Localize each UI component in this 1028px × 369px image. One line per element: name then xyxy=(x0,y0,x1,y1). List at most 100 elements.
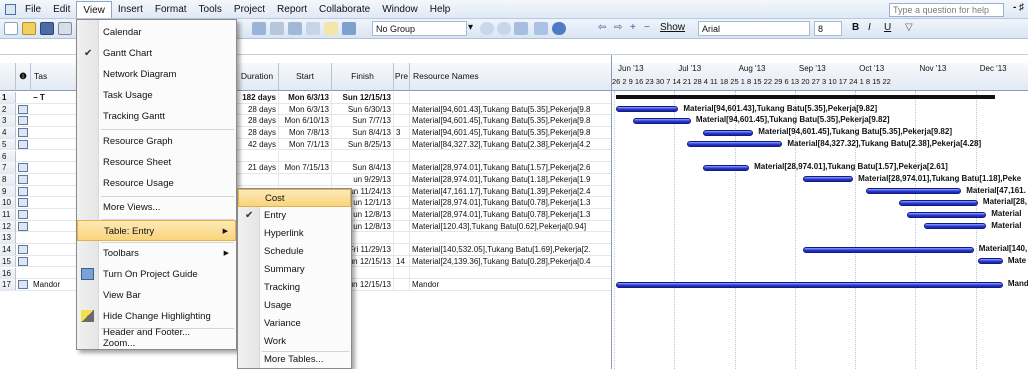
predecessors-cell[interactable] xyxy=(394,209,410,220)
predecessors-cell[interactable] xyxy=(394,267,410,279)
show-subtasks-icon[interactable]: + xyxy=(630,21,636,35)
duration-cell[interactable]: 28 days xyxy=(236,103,279,115)
row-number[interactable]: 4 xyxy=(0,127,16,139)
resource-names-cell[interactable]: Material[84,327.32],Tukang Batu[2.38],Pe… xyxy=(410,139,611,150)
resource-names-cell[interactable]: Material[47,161.17],Tukang Batu[1.39],Pe… xyxy=(410,186,611,197)
predecessors-cell[interactable]: 14 xyxy=(394,255,410,267)
duration-cell[interactable] xyxy=(236,173,279,185)
task-info-icon[interactable] xyxy=(306,22,320,35)
resource-names-header[interactable]: Resource Names xyxy=(410,63,611,91)
duration-cell[interactable]: 182 days xyxy=(236,92,279,103)
indent-icon[interactable]: ⇨ xyxy=(614,21,622,35)
finish-cell[interactable]: Sun 8/4/13 xyxy=(332,162,394,174)
open-icon[interactable] xyxy=(22,22,36,35)
outdent-icon[interactable]: ⇦ xyxy=(598,21,606,35)
view-menu-zoom[interactable]: Zoom... xyxy=(77,338,236,350)
copy-picture-icon[interactable] xyxy=(534,22,548,35)
view-menu-resource-usage[interactable]: Resource Usage xyxy=(77,173,236,194)
unlink-icon[interactable] xyxy=(270,22,284,35)
predecessors-cell[interactable] xyxy=(394,150,410,162)
gantt-summary-bar[interactable] xyxy=(616,95,995,99)
predecessors-cell[interactable]: 3 xyxy=(394,127,410,139)
predecessors-cell[interactable] xyxy=(394,279,410,291)
view-menu-task-usage[interactable]: Task Usage xyxy=(77,85,236,106)
row-number[interactable]: 14 xyxy=(0,244,16,256)
save-icon[interactable] xyxy=(40,22,54,35)
table-menu-hyperlink[interactable]: Hyperlink xyxy=(238,225,351,243)
view-menu-calendar[interactable]: Calendar xyxy=(77,22,236,43)
row-number[interactable]: 13 xyxy=(0,232,16,244)
print-icon[interactable] xyxy=(58,22,72,35)
row-number[interactable]: 2 xyxy=(0,103,16,115)
menu-collaborate[interactable]: Collaborate xyxy=(313,1,376,18)
start-cell[interactable] xyxy=(279,173,332,185)
resource-names-cell[interactable]: Material[28,974.01],Tukang Batu[0.78],Pe… xyxy=(410,209,611,220)
resource-names-cell[interactable]: Material[94,601.45],Tukang Batu[5.35],Pe… xyxy=(410,127,611,138)
start-cell[interactable]: Mon 6/3/13 xyxy=(279,92,332,103)
split-icon[interactable] xyxy=(288,22,302,35)
row-number[interactable]: 11 xyxy=(0,209,16,220)
window-restore-icon[interactable]: - ♯ xyxy=(1013,2,1024,13)
start-cell[interactable]: Mon 7/1/13 xyxy=(279,138,332,150)
help-search-input[interactable]: Type a question for help xyxy=(889,3,1004,17)
finish-cell[interactable] xyxy=(332,150,394,162)
finish-cell[interactable]: Sun 8/25/13 xyxy=(332,138,394,150)
row-number[interactable]: 1 xyxy=(0,92,16,103)
notes-icon[interactable] xyxy=(324,22,338,35)
predecessors-cell[interactable] xyxy=(394,138,410,150)
start-cell[interactable]: Mon 7/15/13 xyxy=(279,162,332,174)
view-menu-resource-graph[interactable]: Resource Graph xyxy=(77,131,236,152)
resource-names-cell[interactable] xyxy=(410,151,611,162)
gantt-task-bar[interactable] xyxy=(616,281,1003,288)
row-number[interactable]: 12 xyxy=(0,220,16,232)
gantt-task-bar[interactable] xyxy=(703,164,750,171)
row-number[interactable]: 8 xyxy=(0,173,16,185)
row-number[interactable]: 6 xyxy=(0,150,16,162)
row-number[interactable]: 17 xyxy=(0,279,16,291)
finish-header[interactable]: Finish xyxy=(332,63,394,91)
resource-names-cell[interactable]: Mandor xyxy=(410,279,611,290)
italic-button[interactable]: I xyxy=(868,21,871,35)
predecessors-cell[interactable] xyxy=(394,92,410,103)
menu-insert[interactable]: Insert xyxy=(112,1,149,18)
view-menu-more-views[interactable]: More Views... xyxy=(77,197,236,218)
resource-names-cell[interactable]: Material[28,974.01],Tukang Batu[1.18],Pe… xyxy=(410,174,611,185)
predecessors-cell[interactable] xyxy=(394,232,410,244)
predecessors-cell[interactable] xyxy=(394,244,410,256)
table-menu-tracking[interactable]: Tracking xyxy=(238,279,351,297)
start-cell[interactable]: Mon 6/10/13 xyxy=(279,115,332,127)
row-number[interactable]: 10 xyxy=(0,197,16,209)
view-menu-toolbars[interactable]: Toolbars ▶ xyxy=(77,243,236,264)
view-menu-network-diagram[interactable]: Network Diagram xyxy=(77,64,236,85)
predecessors-cell[interactable] xyxy=(394,115,410,127)
duration-cell[interactable]: 28 days xyxy=(236,115,279,127)
menu-project[interactable]: Project xyxy=(228,1,271,18)
scroll-to-task-icon[interactable] xyxy=(514,22,528,35)
zoom-in-icon[interactable] xyxy=(480,22,494,35)
group-dropdown-icon[interactable]: ▾ xyxy=(468,21,473,35)
finish-cell[interactable]: Sun 12/15/13 xyxy=(332,92,394,103)
predecessors-cell[interactable] xyxy=(394,185,410,197)
row-number[interactable]: 7 xyxy=(0,162,16,174)
show-dropdown[interactable]: Show xyxy=(660,21,685,35)
table-menu-cost[interactable]: Cost xyxy=(238,189,351,207)
bold-button[interactable]: B xyxy=(852,21,859,35)
view-menu-resource-sheet[interactable]: Resource Sheet xyxy=(77,152,236,173)
predecessors-cell[interactable] xyxy=(394,197,410,209)
row-number[interactable]: 3 xyxy=(0,115,16,127)
table-menu-schedule[interactable]: Schedule xyxy=(238,243,351,261)
menu-file[interactable]: File xyxy=(19,1,47,18)
duration-cell[interactable] xyxy=(236,150,279,162)
predecessors-cell[interactable] xyxy=(394,103,410,115)
gantt-task-bar[interactable] xyxy=(703,129,754,136)
gantt-task-bar[interactable] xyxy=(632,117,691,124)
resource-names-cell[interactable]: Material[94,601.45],Tukang Batu[5.35],Pe… xyxy=(410,115,611,126)
menu-edit[interactable]: Edit xyxy=(47,1,76,18)
finish-cell[interactable]: Sun 7/7/13 xyxy=(332,115,394,127)
row-number[interactable]: 9 xyxy=(0,185,16,197)
table-menu-entry[interactable]: ✔ Entry xyxy=(238,207,351,225)
row-number[interactable]: 5 xyxy=(0,138,16,150)
underline-button[interactable]: U xyxy=(884,21,891,35)
indicator-header[interactable]: ❶ xyxy=(16,63,31,91)
start-cell[interactable]: Mon 6/3/13 xyxy=(279,103,332,115)
